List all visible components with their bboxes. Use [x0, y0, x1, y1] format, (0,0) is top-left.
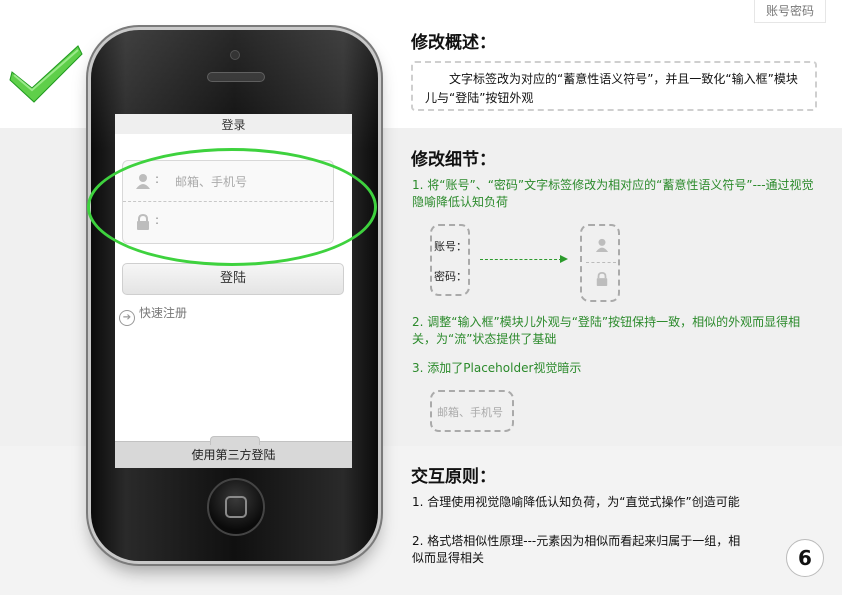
lock-icon [596, 272, 608, 286]
placeholder-demo-text: 邮箱、手机号 [437, 406, 503, 419]
phone-mockup: 登录 : 邮箱、手机号 : 登陆 ➔ 快速注册 使用第三方登陆 [91, 30, 378, 561]
highlight-ellipse [87, 148, 377, 266]
register-link[interactable]: ➔ 快速注册 [119, 304, 187, 326]
screen-title: 登录 [115, 114, 352, 134]
login-button[interactable]: 登陆 [122, 263, 344, 295]
checkmark-icon [9, 45, 83, 103]
overview-box: 文字标签改为对应的“蓄意性语义符号”，并且一致化“输入框”模块儿与“登陆”按钮外… [411, 61, 817, 111]
details-heading: 修改细节： [411, 150, 496, 170]
arrow-right-icon: ➔ [119, 310, 135, 326]
principles-item-1: 1. 合理使用视觉隐喻降低认知负荷，为“直觉式操作”创造可能 [412, 495, 740, 509]
new-icons-box [580, 224, 620, 302]
home-button [207, 478, 265, 536]
old-labels-box: 账号： 密码： [430, 224, 470, 296]
camera-icon [230, 50, 240, 60]
user-icon [595, 238, 609, 252]
speaker-grille [207, 72, 265, 82]
divider [586, 262, 616, 263]
top-tab-account-password[interactable]: 账号密码 [754, 0, 826, 23]
details-item-1: 1. 将“账号”、“密码”文字标签修改为相对应的“蓄意性语义符号”---通过视觉… [412, 178, 814, 209]
arrow-head-icon [560, 255, 568, 263]
overview-text: 文字标签改为对应的“蓄意性语义符号”，并且一致化“输入框”模块儿与“登陆”按钮外… [425, 72, 798, 105]
register-label: 快速注册 [139, 306, 188, 320]
details-item-3: 3. 添加了Placeholder视觉暗示 [412, 361, 582, 375]
principles-heading: 交互原则： [411, 467, 496, 487]
details-item-2: 2. 调整“输入框”模块儿外观与“登陆”按钮保持一致，相似的外观而显得相关，为“… [412, 315, 801, 346]
home-square-icon [225, 496, 247, 518]
label-account: 账号： [434, 240, 467, 253]
overview-heading: 修改概述： [411, 33, 496, 53]
transform-arrow [480, 259, 562, 260]
page-number: 6 [786, 539, 824, 577]
principles-item-2: 2. 格式塔相似性原理---元素因为相似而看起来归属于一组，相似而显得相关 [412, 534, 741, 565]
label-password: 密码： [434, 270, 467, 283]
third-party-login-bar[interactable]: 使用第三方登陆 [115, 436, 352, 468]
placeholder-demo-box: 邮箱、手机号 [430, 390, 514, 432]
